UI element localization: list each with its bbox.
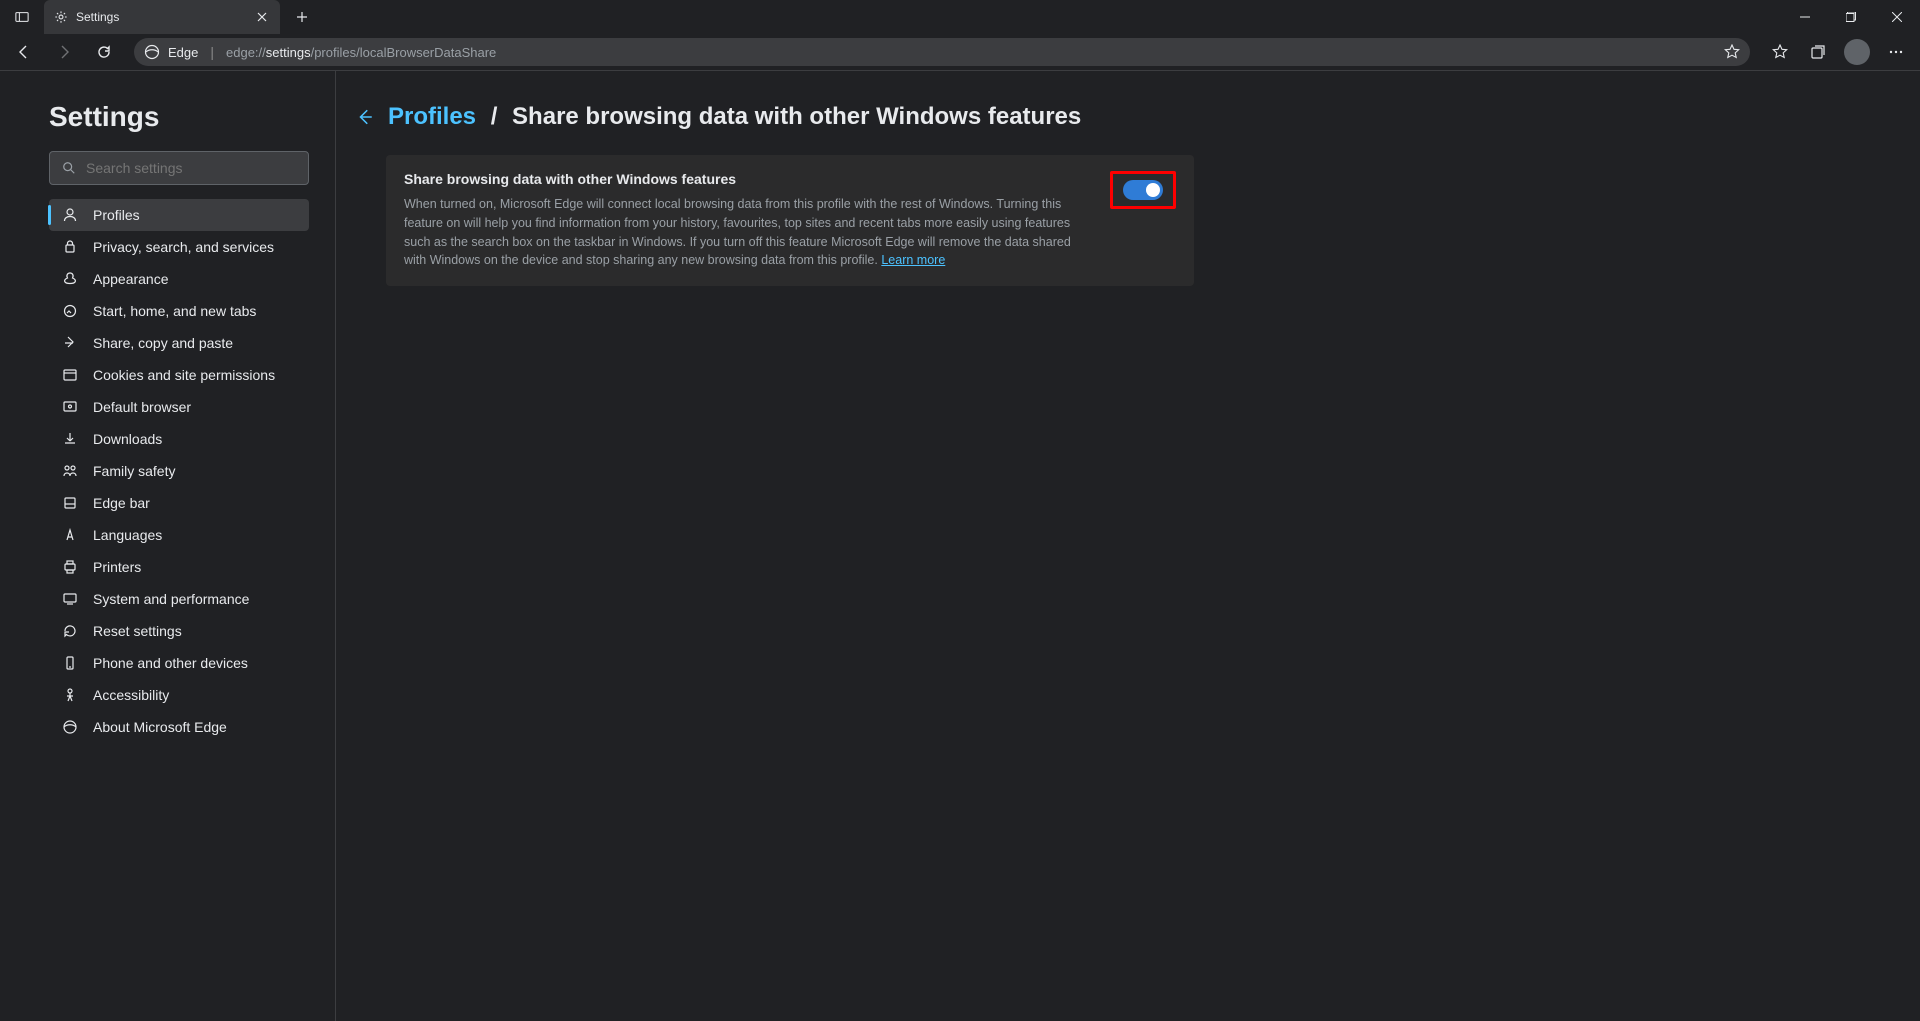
sidebar-item-system-and-performance[interactable]: System and performance xyxy=(49,583,309,615)
sidebar-item-cookies-and-site-permissions[interactable]: Cookies and site permissions xyxy=(49,359,309,391)
menu-button[interactable] xyxy=(1878,36,1914,68)
nav-icon xyxy=(61,207,79,223)
nav-label: Privacy, search, and services xyxy=(93,239,274,255)
sidebar-item-profiles[interactable]: Profiles xyxy=(49,199,309,231)
toggle-highlight xyxy=(1110,171,1176,209)
nav-icon xyxy=(61,527,79,543)
tab-area: Settings xyxy=(0,0,318,34)
nav-label: Phone and other devices xyxy=(93,655,248,671)
breadcrumb-back-button[interactable] xyxy=(356,108,374,126)
sidebar-item-start-home-and-new-tabs[interactable]: Start, home, and new tabs xyxy=(49,295,309,327)
tab-title: Settings xyxy=(76,10,119,24)
nav-label: Reset settings xyxy=(93,623,182,639)
share-data-toggle[interactable] xyxy=(1123,180,1163,200)
sidebar-item-accessibility[interactable]: Accessibility xyxy=(49,679,309,711)
nav-icon xyxy=(61,559,79,575)
nav-icon xyxy=(61,239,79,255)
nav-label: Appearance xyxy=(93,271,169,287)
maximize-button[interactable] xyxy=(1828,0,1874,34)
tab-actions-button[interactable] xyxy=(0,0,44,34)
nav-icon xyxy=(61,495,79,511)
breadcrumb-parent-link[interactable]: Profiles xyxy=(388,103,476,130)
sidebar-item-share-copy-and-paste[interactable]: Share, copy and paste xyxy=(49,327,309,359)
sidebar-item-family-safety[interactable]: Family safety xyxy=(49,455,309,487)
sidebar-item-reset-settings[interactable]: Reset settings xyxy=(49,615,309,647)
nav-icon xyxy=(61,591,79,607)
titlebar: Settings xyxy=(0,0,1920,34)
gear-icon xyxy=(54,10,68,24)
toolbar-actions xyxy=(1762,36,1914,68)
card-description: When turned on, Microsoft Edge will conn… xyxy=(404,195,1090,270)
nav-label: Accessibility xyxy=(93,687,169,703)
toggle-knob xyxy=(1146,183,1160,197)
search-input[interactable] xyxy=(86,160,296,176)
nav-label: Downloads xyxy=(93,431,162,447)
share-data-card: Share browsing data with other Windows f… xyxy=(386,155,1194,286)
close-window-button[interactable] xyxy=(1874,0,1920,34)
nav-label: Share, copy and paste xyxy=(93,335,233,351)
nav-label: Start, home, and new tabs xyxy=(93,303,256,319)
nav-label: Family safety xyxy=(93,463,175,479)
sidebar-item-about-microsoft-edge[interactable]: About Microsoft Edge xyxy=(49,711,309,743)
nav-icon xyxy=(61,335,79,351)
nav-icon xyxy=(61,367,79,383)
new-tab-button[interactable] xyxy=(286,0,318,34)
sidebar-item-phone-and-other-devices[interactable]: Phone and other devices xyxy=(49,647,309,679)
favorites-star-icon[interactable] xyxy=(1724,44,1740,60)
sidebar-item-edge-bar[interactable]: Edge bar xyxy=(49,487,309,519)
sidebar-item-privacy-search-and-services[interactable]: Privacy, search, and services xyxy=(49,231,309,263)
nav-list: Profiles Privacy, search, and services App… xyxy=(49,199,309,743)
refresh-button[interactable] xyxy=(86,36,122,68)
nav-icon xyxy=(61,303,79,319)
nav-icon xyxy=(61,687,79,703)
site-identity: Edge xyxy=(168,45,198,60)
nav-icon xyxy=(61,431,79,447)
nav-label: Printers xyxy=(93,559,141,575)
favorites-button[interactable] xyxy=(1762,36,1798,68)
forward-button[interactable] xyxy=(46,36,82,68)
sidebar-item-default-browser[interactable]: Default browser xyxy=(49,391,309,423)
main-panel: Profiles / Share browsing data with othe… xyxy=(336,71,1920,1021)
minimize-button[interactable] xyxy=(1782,0,1828,34)
nav-label: Cookies and site permissions xyxy=(93,367,275,383)
url-separator: | xyxy=(210,44,214,60)
edge-logo-icon xyxy=(144,44,160,60)
url-display: edge://settings/profiles/localBrowserDat… xyxy=(226,45,496,60)
settings-title: Settings xyxy=(49,101,321,133)
page-title: Profiles / Share browsing data with othe… xyxy=(388,103,1081,131)
nav-icon xyxy=(61,399,79,415)
toolbar: Edge | edge://settings/profiles/localBro… xyxy=(0,34,1920,70)
nav-icon xyxy=(61,271,79,287)
sidebar: Settings Profiles Privacy, search, and se… xyxy=(0,71,336,1021)
learn-more-link[interactable]: Learn more xyxy=(881,253,945,267)
nav-label: System and performance xyxy=(93,591,249,607)
search-settings[interactable] xyxy=(49,151,309,185)
collections-button[interactable] xyxy=(1800,36,1836,68)
address-bar[interactable]: Edge | edge://settings/profiles/localBro… xyxy=(134,38,1750,66)
breadcrumb-current: Share browsing data with other Windows f… xyxy=(512,103,1081,130)
close-tab-button[interactable] xyxy=(254,9,270,25)
sidebar-item-printers[interactable]: Printers xyxy=(49,551,309,583)
search-icon xyxy=(62,161,76,175)
sidebar-item-languages[interactable]: Languages xyxy=(49,519,309,551)
breadcrumb: Profiles / Share browsing data with othe… xyxy=(356,103,1880,131)
card-text: Share browsing data with other Windows f… xyxy=(404,171,1090,270)
window-controls xyxy=(1782,0,1920,34)
nav-label: About Microsoft Edge xyxy=(93,719,227,735)
sidebar-item-downloads[interactable]: Downloads xyxy=(49,423,309,455)
nav-label: Edge bar xyxy=(93,495,150,511)
card-title: Share browsing data with other Windows f… xyxy=(404,171,1090,187)
nav-icon xyxy=(61,719,79,735)
nav-icon xyxy=(61,655,79,671)
sidebar-item-appearance[interactable]: Appearance xyxy=(49,263,309,295)
content-area: Settings Profiles Privacy, search, and se… xyxy=(0,70,1920,1021)
nav-icon xyxy=(61,623,79,639)
back-button[interactable] xyxy=(6,36,42,68)
nav-label: Profiles xyxy=(93,207,140,223)
browser-tab[interactable]: Settings xyxy=(44,0,280,34)
nav-label: Languages xyxy=(93,527,162,543)
profile-avatar[interactable] xyxy=(1844,39,1870,65)
nav-icon xyxy=(61,463,79,479)
nav-label: Default browser xyxy=(93,399,191,415)
